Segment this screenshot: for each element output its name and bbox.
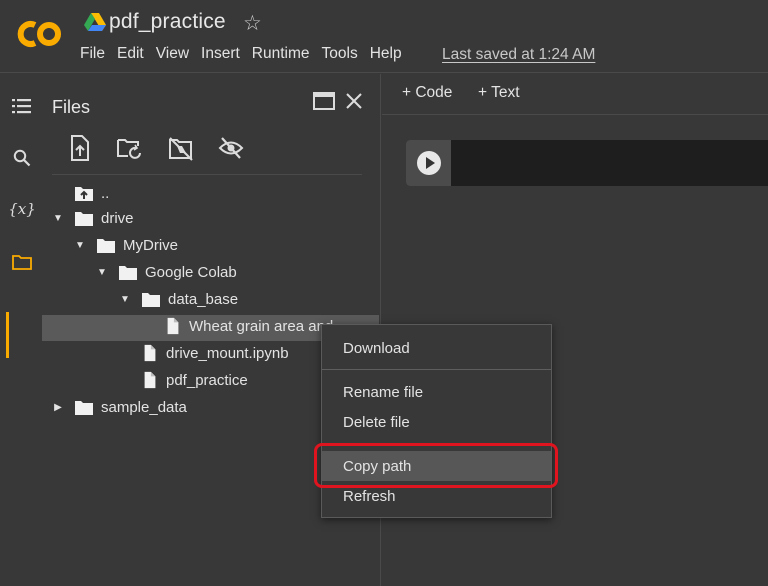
- folder-icon: [142, 293, 160, 307]
- parent-folder-icon: [75, 187, 93, 201]
- folder-icon: [119, 266, 137, 280]
- tree-item-label: MyDrive: [123, 236, 178, 254]
- tree-item-label: pdf_practice: [166, 371, 248, 389]
- tree-item-label: data_base: [168, 290, 239, 308]
- tree-item-mydrive[interactable]: ▼ MyDrive: [73, 232, 178, 258]
- menu-insert[interactable]: Insert: [201, 45, 240, 63]
- tree-item-drive[interactable]: ▼ drive: [51, 205, 134, 231]
- left-rail: {x}: [0, 74, 42, 586]
- file-context-menu: Download Rename file Delete file Copy pa…: [321, 324, 552, 518]
- menu-bar: File Edit View Insert Runtime Tools Help: [80, 45, 414, 63]
- annotation-highlight-frame: [314, 443, 558, 488]
- menu-file[interactable]: File: [80, 45, 105, 63]
- file-icon: [144, 371, 156, 389]
- tree-item-google-colab[interactable]: ▼ Google Colab: [95, 259, 237, 285]
- tree-item-label: drive_mount.ipynb: [166, 344, 289, 362]
- folder-icon: [75, 212, 93, 226]
- unmount-drive-icon[interactable]: [168, 134, 194, 162]
- cell-gutter: [406, 140, 451, 186]
- add-text-button[interactable]: + Text: [478, 84, 520, 102]
- files-toolbar: [66, 134, 266, 164]
- app-header: pdf_practice ☆ File Edit View Insert Run…: [0, 0, 768, 73]
- table-of-contents-icon[interactable]: [8, 92, 36, 120]
- expand-caret-icon[interactable]: ▼: [95, 267, 109, 278]
- expand-caret-icon[interactable]: ▼: [51, 213, 65, 224]
- tree-item-drive-mount[interactable]: drive_mount.ipynb: [141, 340, 289, 366]
- last-saved-link[interactable]: Last saved at 1:24 AM: [442, 46, 595, 64]
- menu-runtime[interactable]: Runtime: [252, 45, 310, 63]
- tree-item-label: ..: [101, 184, 110, 202]
- tree-item-pdf-practice[interactable]: pdf_practice: [141, 367, 248, 393]
- tree-item-sample-data[interactable]: ▶ sample_data: [51, 394, 187, 420]
- menu-help[interactable]: Help: [370, 45, 402, 63]
- tree-item-wheat-file[interactable]: Wheat grain area and: [164, 313, 333, 339]
- hide-files-icon[interactable]: [218, 134, 244, 162]
- tree-item-label: drive: [101, 209, 134, 227]
- expand-caret-icon[interactable]: ▶: [51, 402, 65, 413]
- menu-view[interactable]: View: [156, 45, 189, 63]
- menu-edit[interactable]: Edit: [117, 45, 144, 63]
- close-icon[interactable]: [346, 93, 362, 109]
- menu-item-download[interactable]: Download: [322, 333, 551, 363]
- toolbar-divider: [382, 114, 768, 115]
- add-code-button[interactable]: + Code: [402, 84, 452, 102]
- run-cell-icon[interactable]: [417, 151, 441, 175]
- tree-item-data-base[interactable]: ▼ data_base: [118, 286, 238, 312]
- folder-icon: [75, 401, 93, 415]
- menu-tools[interactable]: Tools: [322, 45, 358, 63]
- code-cell[interactable]: [406, 140, 768, 186]
- notebook-title[interactable]: pdf_practice: [109, 10, 226, 34]
- menu-item-rename[interactable]: Rename file: [322, 377, 551, 407]
- refresh-icon[interactable]: [116, 134, 142, 162]
- file-icon: [144, 344, 156, 362]
- open-in-window-icon[interactable]: [313, 92, 335, 110]
- files-panel-title: Files: [52, 97, 91, 117]
- star-icon[interactable]: ☆: [243, 11, 262, 36]
- colab-logo[interactable]: [16, 16, 64, 52]
- toolbar-divider: [52, 174, 362, 175]
- tree-item-label: Google Colab: [145, 263, 237, 281]
- folder-icon: [97, 239, 115, 253]
- menu-divider: [322, 369, 551, 370]
- tree-item-label: sample_data: [101, 398, 187, 416]
- active-tab-indicator: [6, 312, 9, 358]
- menu-item-delete[interactable]: Delete file: [322, 407, 551, 437]
- google-drive-icon: [84, 13, 106, 31]
- variables-icon[interactable]: {x}: [8, 195, 36, 223]
- tree-item-parent[interactable]: ..: [74, 180, 109, 206]
- folder-icon[interactable]: [8, 248, 36, 276]
- file-icon: [167, 317, 179, 335]
- tree-item-label: Wheat grain area and: [189, 317, 334, 335]
- expand-caret-icon[interactable]: ▼: [73, 240, 87, 251]
- upload-icon[interactable]: [67, 134, 93, 162]
- search-icon[interactable]: [8, 144, 36, 172]
- expand-caret-icon[interactable]: ▼: [118, 294, 132, 305]
